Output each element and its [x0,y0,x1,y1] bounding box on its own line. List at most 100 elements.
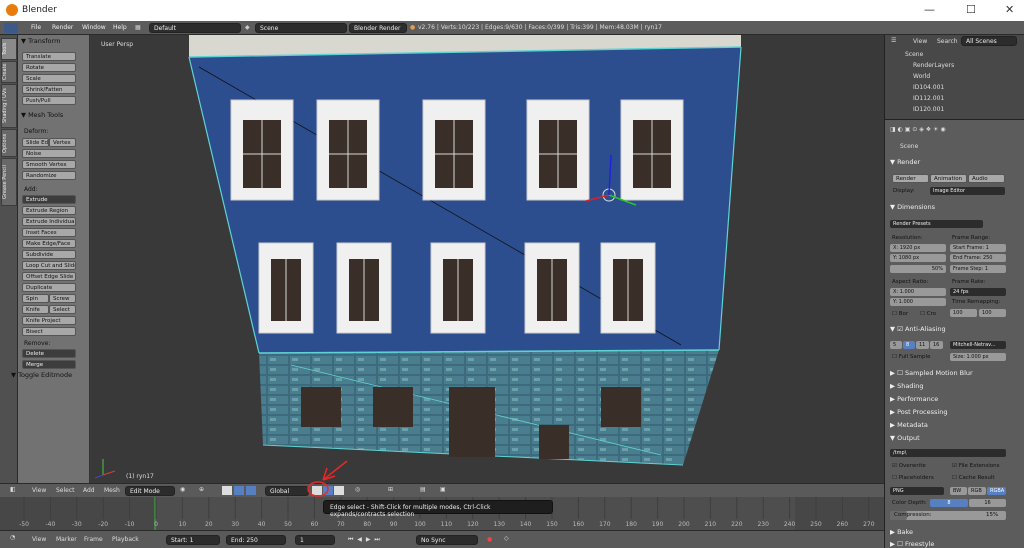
outliner-view[interactable]: View [913,38,927,45]
record-icon[interactable]: ● [487,536,492,543]
outliner-item-world[interactable]: World [913,73,930,80]
maximize-button[interactable]: ☐ [966,3,976,16]
aspect-x-field[interactable]: X: 1.000 [890,288,946,296]
aa-samples-11[interactable]: 11 [916,341,929,349]
offset-edge-slide-button[interactable]: Offset Edge Slide [22,272,76,281]
info-editor-icon[interactable] [4,23,18,33]
aa-samples-8[interactable]: 8 [903,341,915,349]
resolution-x-field[interactable]: X: 1920 px [890,244,946,252]
tab-grease-pencil[interactable]: Grease Pencil [1,158,17,206]
display-select[interactable]: Image Editor [930,187,1005,195]
manipulator-icon[interactable] [222,486,232,495]
render-button[interactable]: Render [892,174,929,183]
proportional-edit-icon[interactable]: ◎ [355,486,360,493]
render-header[interactable]: ▼ Render [890,158,920,166]
inset-faces-button[interactable]: Inset Faces [22,228,76,237]
shrink-fatten-button[interactable]: Shrink/Fatten [22,85,76,94]
render-presets-select[interactable]: Render Presets [890,220,983,228]
crop-checkbox[interactable]: ☐ Cro [920,311,936,317]
tl-menu-marker[interactable]: Marker [56,536,77,543]
remap-new-field[interactable]: 100 [979,309,1006,317]
make-edge-face-button[interactable]: Make Edge/Face [22,239,76,248]
outliner-item-renderlayers[interactable]: RenderLayers [913,62,954,69]
outliner-search[interactable]: Search [937,38,958,45]
aa-header[interactable]: ▼ ☑ Anti-Aliasing [890,325,946,333]
extrude-region-button[interactable]: Extrude Region [22,206,76,215]
merge-select[interactable]: Merge [22,360,76,369]
tl-menu-view[interactable]: View [32,536,46,543]
knife-project-button[interactable]: Knife Project [22,316,76,325]
outliner-item-3[interactable]: ID120.001 [913,106,944,113]
fps-select[interactable]: 24 fps [950,288,1006,296]
output-path-field[interactable]: /tmp\ [890,449,1006,457]
extrude-individual-button[interactable]: Extrude Individual [22,217,76,226]
render-engine-select[interactable]: Blender Render [349,23,407,33]
color-depth-16[interactable]: 16 [969,499,1006,507]
scale-button[interactable]: Scale [22,74,76,83]
remap-old-field[interactable]: 100 [950,309,977,317]
performance-header[interactable]: ▶ Performance [890,395,938,403]
pivot-icon[interactable]: ⊕ [199,486,204,493]
keying-icon[interactable]: ◇ [504,535,509,542]
screen-layout-icon[interactable]: ▦ [135,24,141,31]
transform-header[interactable]: ▼ Transform [21,37,60,45]
tab-tools[interactable]: Tools [1,38,17,60]
layers-icon[interactable]: ▤ [420,486,426,493]
rotate-button[interactable]: Rotate [22,63,76,72]
screen-layout-field[interactable]: Default [149,23,241,33]
compression-slider[interactable]: Compression: 15% [890,511,1006,520]
aspect-y-field[interactable]: Y: 1.000 [890,298,946,306]
3d-viewport[interactable]: User Persp (1) ryn17 [91,35,884,483]
resolution-percent-field[interactable]: 50% [890,265,946,273]
placeholders-checkbox[interactable]: ☐ Placeholders [892,475,934,481]
menu-select[interactable]: Select [56,487,75,494]
editor-type-icon[interactable]: ◧ [10,486,16,493]
playback-controls[interactable]: ⏮ ◀ ▶ ⏭ [348,536,381,544]
format-select[interactable]: PNG [890,487,944,495]
current-frame-field[interactable]: 1 [295,535,335,545]
menu-view[interactable]: View [32,487,46,494]
aa-samples-5[interactable]: 5 [890,341,902,349]
duplicate-button[interactable]: Duplicate [22,283,76,292]
snap-icon[interactable]: ⊞ [388,486,393,493]
metadata-header[interactable]: ▶ Metadata [890,421,928,429]
sync-select[interactable]: No Sync [416,535,478,545]
end-frame-prop[interactable]: End Frame: 250 [950,254,1006,262]
rgb-button[interactable]: RGB [968,487,986,495]
resolution-y-field[interactable]: Y: 1080 px [890,254,946,262]
menu-render[interactable]: Render [52,24,73,31]
delete-select[interactable]: Delete [22,349,76,358]
translate-manipulator-icon[interactable] [234,486,244,495]
noise-button[interactable]: Noise [22,149,76,158]
audio-button[interactable]: Audio [968,174,1005,183]
properties-tabs-icons[interactable]: ◨ ◐ ▣ ⊙ ◈ ❖ ☀ ◉ [890,126,946,133]
tl-menu-playback[interactable]: Playback [112,536,139,543]
extrude-select[interactable]: Extrude [22,195,76,204]
scene-field[interactable]: Scene [255,23,347,33]
file-extensions-checkbox[interactable]: ☑ File Extensions [952,463,1000,469]
menu-window[interactable]: Window [82,24,106,31]
tab-options[interactable]: Options [1,129,17,157]
render-preview-icon[interactable]: ▣ [440,486,446,493]
scene-icon[interactable]: ◆ [245,24,250,31]
timeline-editor-icon[interactable]: ◔ [10,534,15,541]
mesh-tools-header[interactable]: ▼ Mesh Tools [21,111,63,119]
loop-cut-slide-button[interactable]: Loop Cut and Slide [22,261,76,270]
outliner-editor-icon[interactable]: ☰ [891,37,896,44]
mode-select[interactable]: Edit Mode [125,486,175,496]
full-sample-checkbox[interactable]: ☐ Full Sample [892,354,930,360]
screw-button[interactable]: Screw [49,294,76,303]
shading-icon[interactable]: ◉ [180,486,185,493]
knife-button[interactable]: Knife [22,305,49,314]
aa-size-field[interactable]: Size: 1.000 px [950,353,1006,361]
outliner-item-2[interactable]: ID112.001 [913,95,944,102]
smooth-vertex-button[interactable]: Smooth Vertex [22,160,76,169]
push-pull-button[interactable]: Push/Pull [22,96,76,105]
output-header[interactable]: ▼ Output [890,434,920,442]
minimize-button[interactable]: — [924,3,935,16]
start-frame-prop[interactable]: Start Frame: 1 [950,244,1006,252]
subdivide-button[interactable]: Subdivide [22,250,76,259]
bake-header[interactable]: ▶ Bake [890,528,913,536]
rotate-manipulator-icon[interactable] [246,486,256,495]
randomize-button[interactable]: Randomize [22,171,76,180]
